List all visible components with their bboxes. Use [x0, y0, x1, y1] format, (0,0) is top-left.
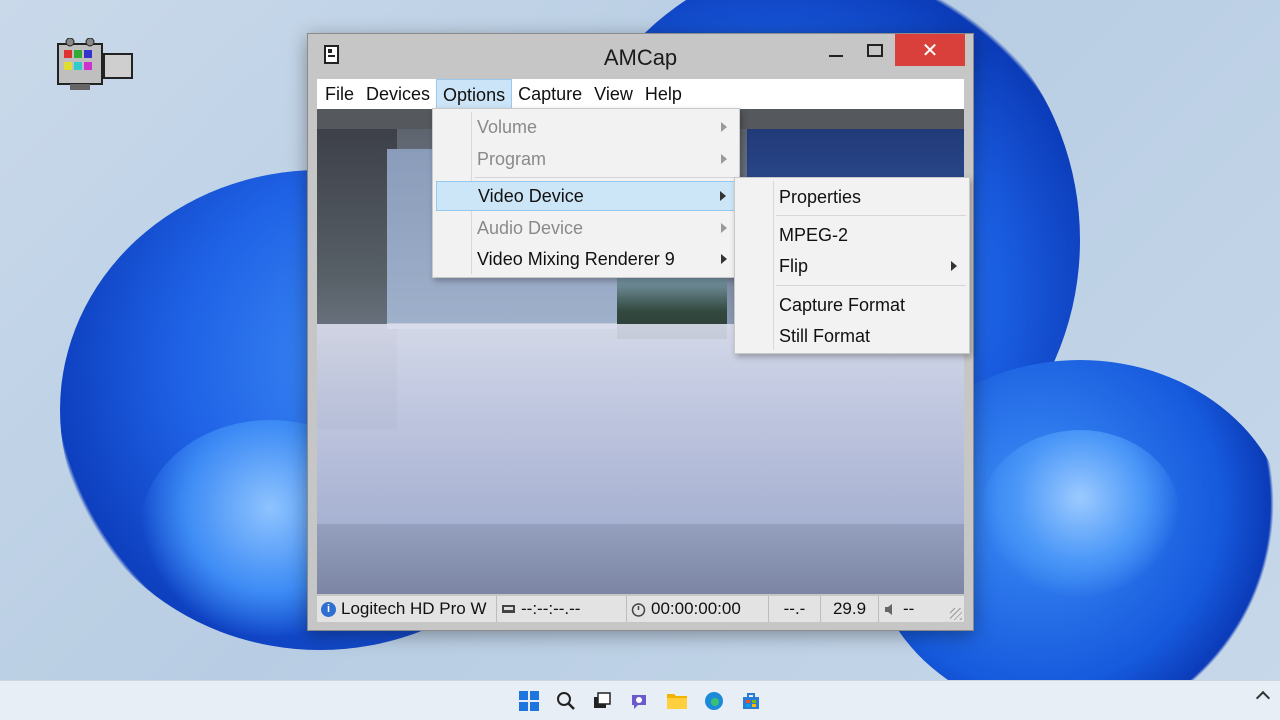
- menu-item-video-device[interactable]: Video Device: [436, 181, 736, 211]
- menu-item-properties[interactable]: Properties: [738, 182, 966, 212]
- info-icon: i: [321, 601, 336, 617]
- submenu-arrow-icon: [720, 191, 726, 201]
- status-bar: i Logitech HD Pro W --:--:--.-- 00:00:00…: [317, 596, 964, 622]
- status-dropped: --.-: [769, 596, 821, 622]
- maximize-icon: [867, 43, 883, 57]
- maximize-button[interactable]: [856, 34, 894, 66]
- options-menu: Volume Program Video Device Audio Device…: [432, 108, 740, 278]
- amcap-desktop-icon[interactable]: [56, 37, 136, 96]
- submenu-arrow-icon: [951, 261, 957, 271]
- menu-options[interactable]: Options: [436, 79, 513, 109]
- task-view-icon[interactable]: [591, 690, 613, 712]
- file-explorer-icon[interactable]: [666, 690, 688, 712]
- edge-icon[interactable]: [703, 690, 725, 712]
- menu-item-volume[interactable]: Volume: [436, 112, 736, 142]
- taskbar: [0, 680, 1280, 720]
- start-icon[interactable]: [518, 690, 540, 712]
- menu-item-audio-device[interactable]: Audio Device: [436, 213, 736, 243]
- minimize-button[interactable]: [816, 34, 856, 66]
- device-name: Logitech HD Pro W: [341, 599, 487, 618]
- chevron-up-icon[interactable]: [1255, 690, 1271, 706]
- tape-icon: [501, 602, 516, 617]
- speaker-icon: [883, 602, 898, 617]
- status-device: i Logitech HD Pro W: [317, 596, 497, 622]
- close-icon: ✕: [921, 39, 939, 62]
- stopwatch-icon: [631, 602, 646, 617]
- menu-bar: File Devices Options Capture View Help: [317, 79, 964, 109]
- submenu-arrow-icon: [721, 254, 727, 264]
- status-elapsed: 00:00:00:00: [627, 596, 769, 622]
- menu-item-program[interactable]: Program: [436, 144, 736, 174]
- resize-grip[interactable]: [950, 608, 962, 620]
- menu-item-flip[interactable]: Flip: [738, 251, 966, 281]
- menu-view[interactable]: View: [588, 79, 639, 109]
- submenu-arrow-icon: [721, 154, 727, 164]
- close-button[interactable]: ✕: [895, 34, 965, 66]
- menu-item-capture-format[interactable]: Capture Format: [738, 290, 966, 320]
- menu-devices[interactable]: Devices: [360, 79, 436, 109]
- menu-item-mpeg2[interactable]: MPEG-2: [738, 220, 966, 250]
- menu-file[interactable]: File: [319, 79, 360, 109]
- menu-item-vmr9[interactable]: Video Mixing Renderer 9: [436, 244, 736, 274]
- menu-help[interactable]: Help: [639, 79, 688, 109]
- video-device-submenu: Properties MPEG-2 Flip Capture Format St…: [734, 177, 970, 354]
- minimize-icon: [829, 55, 843, 57]
- menu-capture[interactable]: Capture: [512, 79, 588, 109]
- status-timecode: --:--:--.--: [497, 596, 627, 622]
- search-icon[interactable]: [555, 690, 577, 712]
- submenu-arrow-icon: [721, 122, 727, 132]
- submenu-arrow-icon: [721, 223, 727, 233]
- chat-icon[interactable]: [628, 690, 650, 712]
- title-bar[interactable]: AMCap ✕: [308, 34, 973, 78]
- menu-item-still-format[interactable]: Still Format: [738, 321, 966, 351]
- status-fps: 29.9: [821, 596, 879, 622]
- store-icon[interactable]: [740, 690, 762, 712]
- status-volume: --: [879, 596, 939, 622]
